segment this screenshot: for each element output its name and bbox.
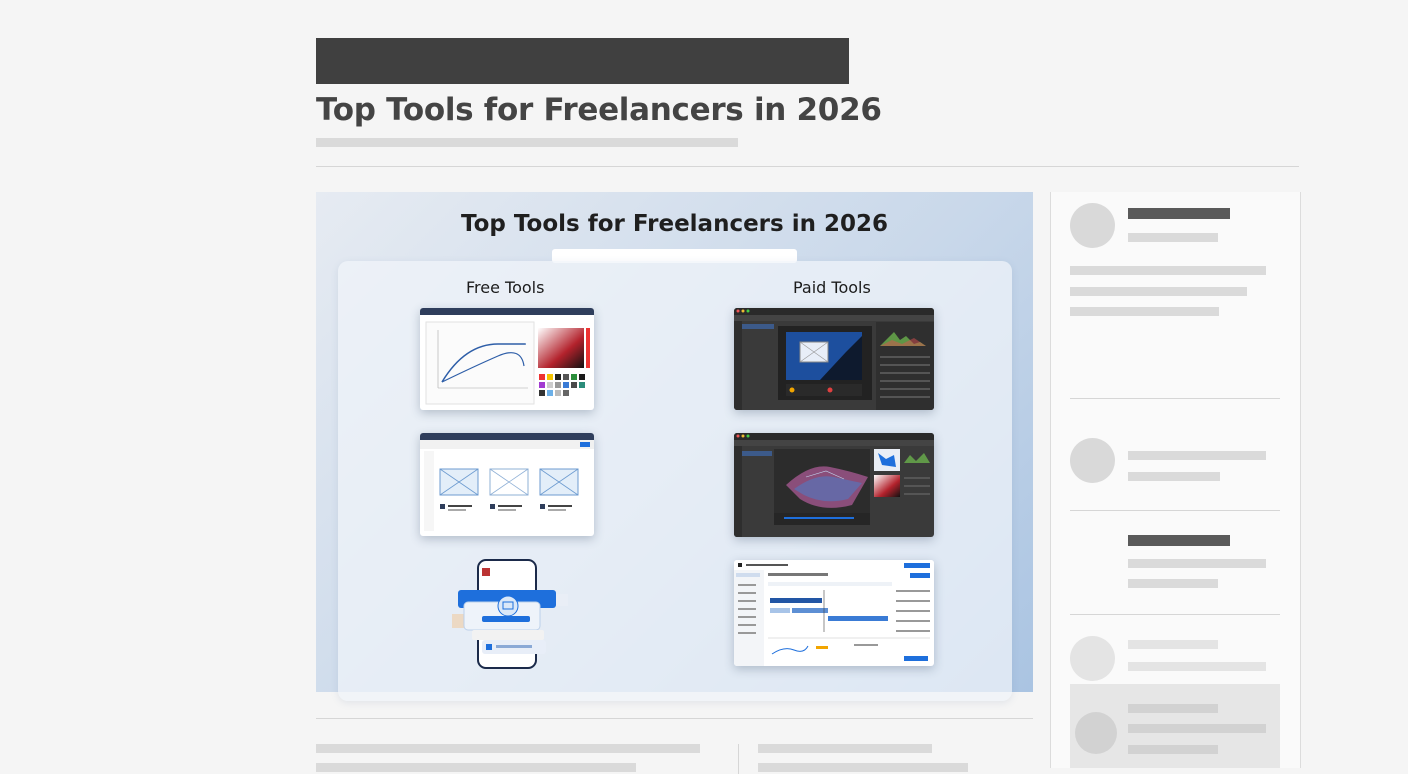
sidebar-text-placeholder xyxy=(1128,233,1218,242)
column-divider xyxy=(738,744,739,774)
subtitle-placeholder xyxy=(316,138,738,147)
paid-tools-label: Paid Tools xyxy=(793,278,871,297)
sidebar-heading-placeholder xyxy=(1128,535,1230,546)
sidebar-divider xyxy=(1070,398,1280,399)
sidebar-text-placeholder xyxy=(1128,724,1266,733)
free-tools-label: Free Tools xyxy=(466,278,545,297)
content-divider xyxy=(316,718,1033,719)
header-divider xyxy=(316,166,1299,167)
paid-tool-photo-editor-screenshot xyxy=(734,308,934,410)
avatar-icon xyxy=(1070,636,1115,681)
paid-tool-3d-editor-screenshot xyxy=(734,433,934,537)
avatar-icon xyxy=(1070,438,1115,483)
free-tool-mobile-screenshot xyxy=(450,558,570,670)
sidebar-text-placeholder xyxy=(1128,579,1218,588)
sidebar-heading-placeholder xyxy=(1128,208,1230,219)
sidebar-text-placeholder xyxy=(1128,640,1218,649)
sidebar-text-placeholder xyxy=(1128,662,1266,671)
header-banner xyxy=(316,38,849,84)
sidebar-text-placeholder xyxy=(1070,287,1247,296)
paid-tool-dashboard-screenshot xyxy=(734,560,934,666)
sidebar-text-placeholder xyxy=(1128,472,1220,481)
free-tool-wireframe-screenshot xyxy=(420,433,594,536)
sidebar-text-placeholder xyxy=(1070,307,1219,316)
text-placeholder xyxy=(758,744,932,753)
sidebar-text-placeholder xyxy=(1128,704,1218,713)
sidebar-text-placeholder xyxy=(1070,266,1266,275)
hero-title: Top Tools for Freelancers in 2026 xyxy=(461,211,888,237)
page-title: Top Tools for Freelancers in 2026 xyxy=(316,92,882,128)
sidebar-divider xyxy=(1070,510,1280,511)
avatar-icon xyxy=(1075,712,1117,754)
text-placeholder xyxy=(316,744,700,753)
avatar-icon xyxy=(1070,203,1115,248)
free-tool-graph-screenshot xyxy=(420,308,594,410)
sidebar-text-placeholder xyxy=(1128,559,1266,568)
sidebar-text-placeholder xyxy=(1128,745,1218,754)
sidebar-text-placeholder xyxy=(1128,451,1266,460)
sidebar-divider xyxy=(1070,614,1280,615)
